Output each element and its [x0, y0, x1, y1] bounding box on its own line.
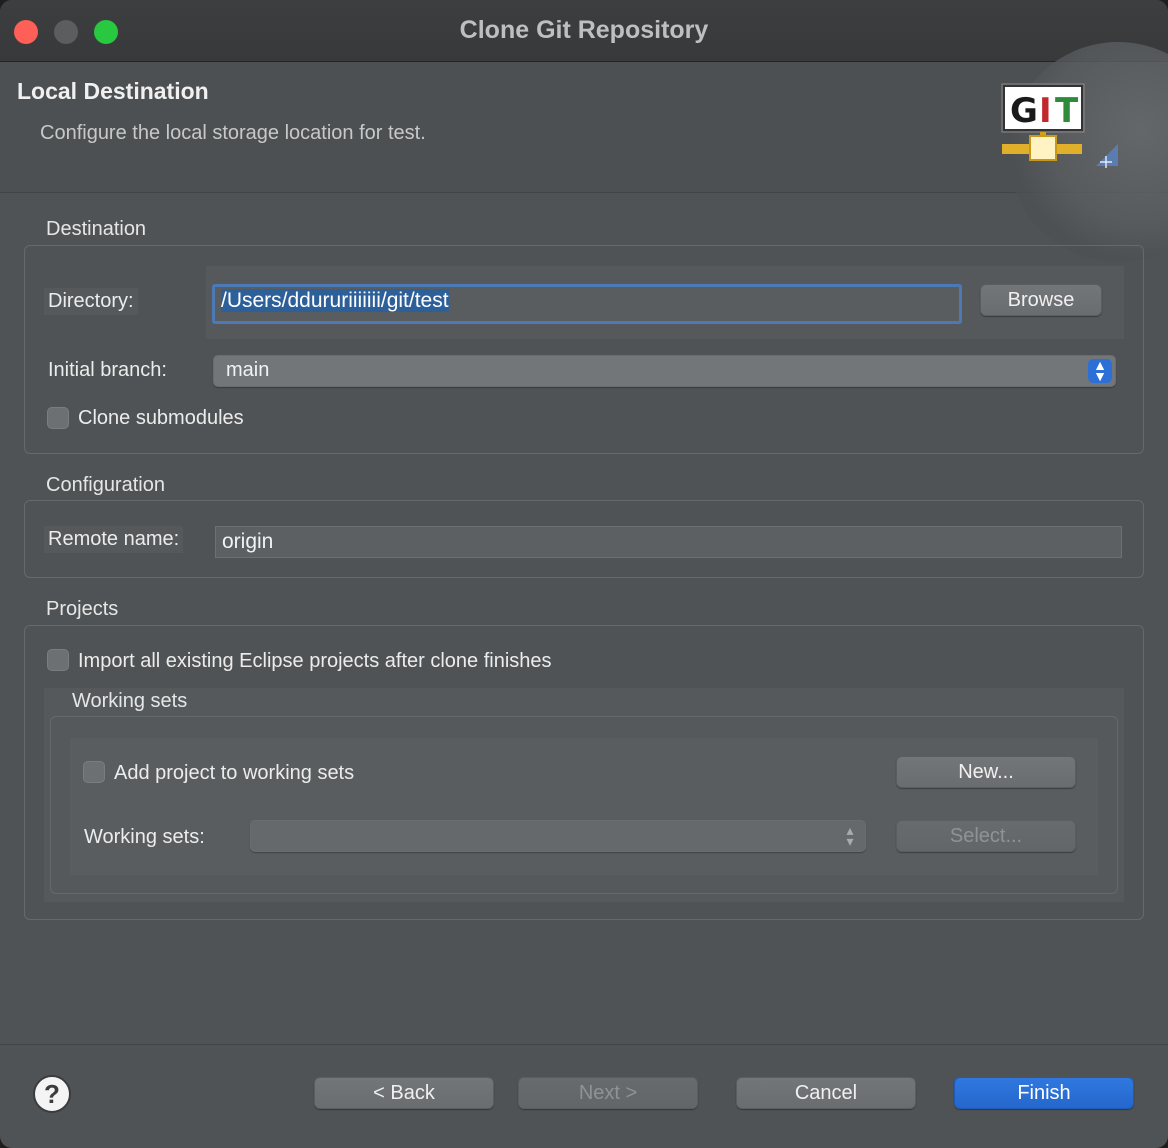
page-description: Configure the local storage location for…	[40, 122, 426, 144]
destination-group-label: Destination	[46, 218, 147, 240]
footer-separator	[0, 1044, 1168, 1045]
svg-text:I: I	[1039, 91, 1052, 131]
add-to-working-sets-label: Add project to working sets	[114, 762, 355, 784]
initial-branch-value: main	[226, 359, 270, 381]
wizard-header: Local Destination Configure the local st…	[0, 42, 1168, 262]
remote-name-input[interactable]: origin	[215, 526, 1122, 558]
directory-label: Directory:	[44, 288, 138, 315]
finish-button[interactable]: Finish	[954, 1077, 1134, 1109]
back-button[interactable]: < Back	[314, 1077, 494, 1109]
updown-chevron-icon: ▲ ▼	[1088, 358, 1112, 383]
add-to-working-sets-checkbox[interactable]	[83, 761, 105, 783]
import-projects-checkbox[interactable]	[47, 649, 69, 671]
help-icon[interactable]: ?	[33, 1075, 71, 1113]
clone-submodules-label: Clone submodules	[78, 407, 244, 429]
new-working-set-button[interactable]: New...	[896, 756, 1076, 788]
configuration-group-label: Configuration	[46, 474, 165, 496]
cancel-button[interactable]: Cancel	[736, 1077, 916, 1109]
svg-text:T: T	[1055, 91, 1079, 131]
page-title: Local Destination	[17, 78, 209, 104]
window-title: Clone Git Repository	[459, 16, 709, 44]
updown-chevron-icon: ▴ ▾	[846, 822, 854, 849]
title-bar: Clone Git Repository	[0, 0, 1168, 62]
working-sets-label: Working sets:	[84, 826, 205, 848]
svg-text:G: G	[1010, 91, 1038, 131]
browse-button[interactable]: Browse	[980, 284, 1102, 316]
dialog-window: Clone Git Repository Local Destination C…	[0, 0, 1168, 1148]
working-sets-select[interactable]: ▴ ▾	[250, 820, 866, 852]
projects-group-label: Projects	[46, 598, 119, 620]
initial-branch-label: Initial branch:	[48, 359, 167, 381]
git-logo-icon: G I T	[1001, 83, 1118, 168]
directory-input-value: /Users/ddururiiiiiii/git/test	[221, 289, 449, 312]
import-projects-label: Import all existing Eclipse projects aft…	[78, 650, 552, 672]
next-button[interactable]: Next >	[518, 1077, 698, 1109]
clone-submodules-checkbox[interactable]	[47, 407, 69, 429]
remote-name-label: Remote name:	[44, 526, 184, 553]
select-working-sets-button[interactable]: Select...	[896, 820, 1076, 852]
directory-input[interactable]: /Users/ddururiiiiiii/git/test	[212, 284, 962, 324]
working-sets-group-label: Working sets	[72, 690, 188, 712]
initial-branch-select[interactable]: main ▲ ▼	[213, 355, 1116, 387]
